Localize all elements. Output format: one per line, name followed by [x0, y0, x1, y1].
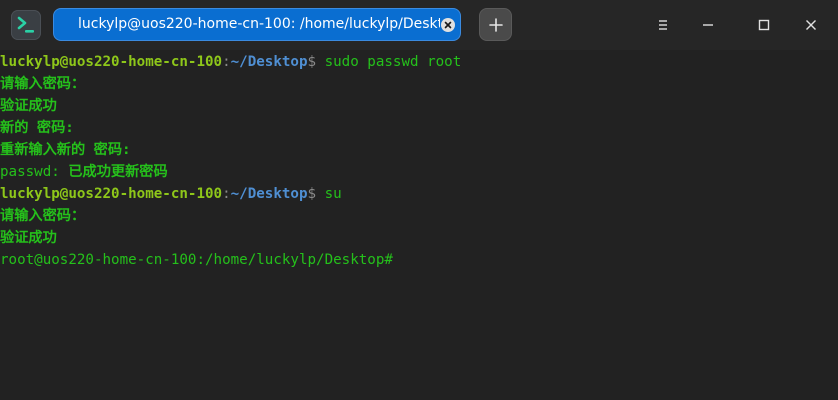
prompt-colon: :	[222, 186, 231, 202]
prompt-path: ~/Desktop	[230, 54, 308, 70]
output-text: 新的 密码:	[0, 120, 74, 136]
prompt-symbol: $	[307, 186, 317, 202]
terminal-line: root@uos220-home-cn-100:/home/luckylp/De…	[0, 249, 838, 271]
terminal-line: 请输入密码：	[0, 73, 838, 95]
prompt-colon: :	[222, 54, 231, 70]
terminal-output[interactable]: luckylp@uos220-home-cn-100:~/Desktop$ su…	[0, 50, 838, 400]
command-text: sudo passwd root	[316, 54, 462, 70]
add-tab-button[interactable]	[479, 8, 512, 41]
close-window-button[interactable]	[796, 10, 826, 40]
output-text: 请输入密码：	[0, 208, 86, 224]
close-icon	[806, 20, 816, 30]
prompt-path: ~/Desktop	[230, 186, 308, 202]
plus-icon	[489, 18, 503, 32]
command-text: su	[316, 186, 342, 202]
prompt-user-host: luckylp@uos220-home-cn-100	[0, 54, 223, 70]
maximize-icon	[758, 19, 770, 31]
menu-button[interactable]	[648, 10, 678, 40]
output-text: 重新输入新的 密码:	[0, 142, 131, 158]
terminal-line: luckylp@uos220-home-cn-100:~/Desktop$ su	[0, 183, 838, 205]
minimize-button[interactable]	[693, 10, 723, 40]
title-bar: luckylp@uos220-home-cn-100: /home/luckyl…	[0, 0, 838, 50]
output-text: 验证成功	[0, 98, 57, 114]
output-text: 请输入密码：	[0, 76, 86, 92]
hamburger-menu-icon	[659, 20, 667, 30]
prompt-symbol: $	[307, 54, 317, 70]
maximize-button[interactable]	[749, 10, 779, 40]
output-text: 验证成功	[0, 230, 57, 246]
terminal-line: 验证成功	[0, 95, 838, 117]
minimize-icon	[703, 24, 713, 26]
terminal-line: 重新输入新的 密码:	[0, 139, 838, 161]
prompt-user-host: luckylp@uos220-home-cn-100	[0, 186, 223, 202]
terminal-line: 验证成功	[0, 227, 838, 249]
output-text: 已成功更新密码	[59, 164, 168, 180]
terminal-line: 请输入密码：	[0, 205, 838, 227]
terminal-line: passwd: 已成功更新密码	[0, 161, 838, 183]
terminal-line: 新的 密码:	[0, 117, 838, 139]
root-prompt: root@uos220-home-cn-100:/home/luckylp/De…	[0, 252, 393, 268]
tab-title: luckylp@uos220-home-cn-100: /home/luckyl…	[78, 16, 440, 32]
close-icon[interactable]	[441, 18, 455, 32]
tab-active[interactable]: luckylp@uos220-home-cn-100: /home/luckyl…	[53, 8, 461, 41]
terminal-line: luckylp@uos220-home-cn-100:~/Desktop$ su…	[0, 51, 838, 73]
output-prefix: passwd:	[0, 164, 60, 180]
terminal-app-icon[interactable]	[11, 10, 41, 40]
terminal-window: luckylp@uos220-home-cn-100: /home/luckyl…	[0, 0, 838, 400]
